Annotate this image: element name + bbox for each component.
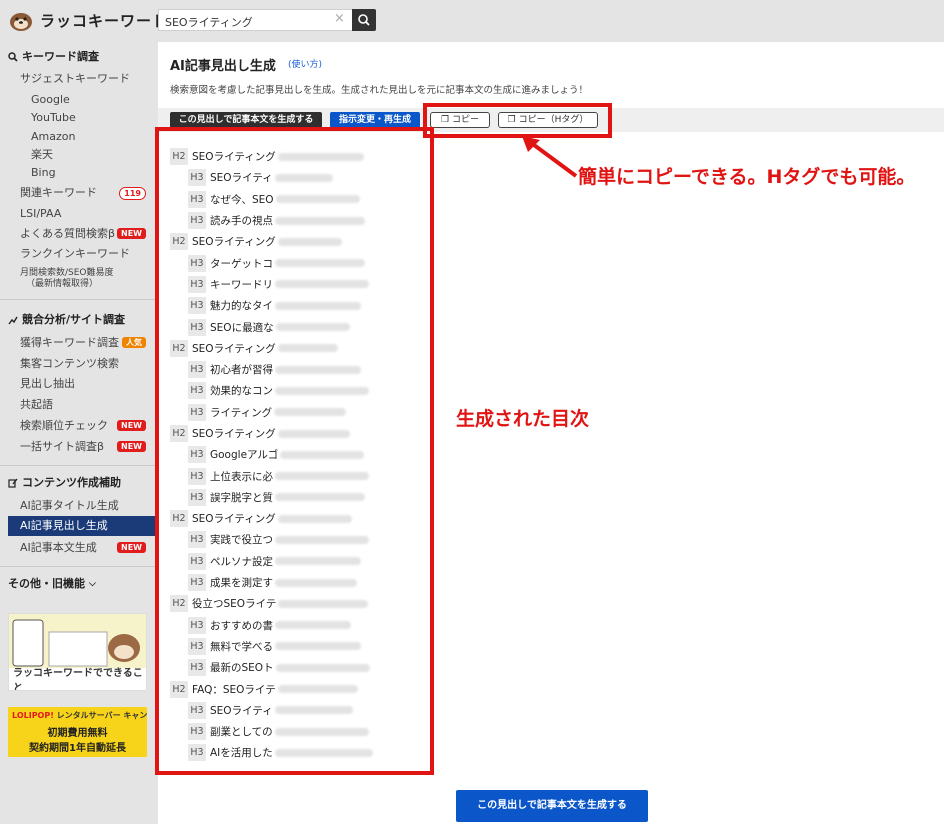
chevron-down-icon: ⌵ [89,579,96,589]
regenerate-button[interactable]: 指示変更・再生成 [330,112,420,128]
logo-text: ラッコキーワード [40,11,169,30]
sidebar-item-volume[interactable]: 月間検索数/SEO難易度 （最新情報取得） [20,268,114,290]
toc-highlight-box [155,127,434,775]
sidebar-item-lsi[interactable]: LSI/PAA [20,204,61,224]
sidebar-item-amazon[interactable]: Amazon [31,127,75,147]
sidebar-item-faq[interactable]: よくある質問検索β NEW [0,224,156,244]
page-title: AI記事見出し生成 [170,59,276,74]
sidebar-item-related[interactable]: 関連キーワード 119 [0,183,156,203]
sidebar-item-youtube[interactable]: YouTube [31,108,76,128]
edit-icon [8,478,18,488]
banner-brand: LOLIPOP! [12,711,54,720]
page-description: 検索意図を考慮した記事見出しを生成。生成された見出しを元に記事本文の生成に進みま… [170,85,589,96]
lolipop-banner[interactable]: LOLIPOP! レンタルサーバー キャンペーン中! 初期費用無料 契約期間1年… [8,707,147,757]
search-icon [8,52,18,62]
sidebar-item-acquired[interactable]: 獲得キーワード調査 人気 [0,333,156,353]
sidebar: キーワード調査 サジェストキーワード Google YouTube Amazon… [0,42,156,824]
toc-annotation: 生成された目次 [456,408,590,430]
search-icon [358,14,370,26]
sidebar-item-label: よくある質問検索β [20,227,116,240]
section-keyword-label: キーワード調査 [22,50,99,63]
banner-sub: レンタルサーバー [56,711,121,720]
divider [0,566,156,567]
sidebar-item-bulk[interactable]: 一括サイト調査β NEW [0,437,156,457]
section-other[interactable]: その他・旧機能 ⌵ [0,574,104,594]
sidebar-item-collect[interactable]: 集客コンテンツ検索 [20,354,119,374]
section-competitor[interactable]: 競合分析/サイト調査 [0,310,133,330]
new-badge: NEW [117,542,146,553]
sidebar-item-bing[interactable]: Bing [31,163,56,183]
copy-highlight-box [423,103,612,138]
sidebar-item-label: 関連キーワード [20,186,97,199]
section-content-label: コンテンツ作成補助 [22,476,121,489]
copy-annotation: 簡単にコピーできる。Hタグでも可能。 [578,166,916,188]
divider [0,299,156,300]
usage-link[interactable]: (使い方) [288,57,322,70]
generate-body-button[interactable]: この見出しで記事本文を生成する [170,112,322,128]
search-button[interactable] [352,9,376,31]
banner-caption-text: ラッコキーワードでできること [13,668,143,691]
related-count-badge: 119 [119,187,146,200]
sidebar-item-rakuten[interactable]: 楽天 [31,145,53,165]
section-other-label: その他・旧機能 [8,577,85,590]
banner-illustration [9,614,146,670]
sidebar-item-label: 獲得キーワード調査 [20,336,119,349]
popular-badge: 人気 [122,337,146,348]
sidebar-item-body-gen[interactable]: AI記事本文生成 NEW [0,538,156,558]
section-competitor-label: 競合分析/サイト調査 [22,313,126,326]
new-badge: NEW [117,228,146,239]
chart-icon [8,316,18,325]
sidebar-item-title-gen[interactable]: AI記事タイトル生成 [20,496,119,516]
sidebar-item-label: 月間検索数/SEO難易度 [20,268,114,278]
sidebar-item-heading-gen[interactable]: AI記事見出し生成 [8,516,156,536]
section-content[interactable]: コンテンツ作成補助 [0,473,129,493]
sidebar-item-rankcheck[interactable]: 検索順位チェック NEW [0,416,156,436]
sidebar-item-label: 検索順位チェック [20,419,108,432]
sidebar-item-sublabel: （最新情報取得） [26,279,99,289]
sidebar-item-label: AI記事本文生成 [20,541,97,554]
banner-line2: 契約期間1年自動延長 [29,743,126,754]
search-input[interactable]: SEOライティング [158,9,352,31]
sidebar-item-rankin[interactable]: ランクインキーワード [20,244,130,264]
clear-icon[interactable]: × [334,11,345,26]
sidebar-item-google[interactable]: Google [31,90,70,110]
logo[interactable]: ラッコキーワード [8,8,168,32]
sidebar-item-suggest[interactable]: サジェストキーワード [20,69,130,89]
banner-campaign: キャンペーン中! [123,711,147,720]
new-badge: NEW [117,441,146,452]
otter-logo-icon [8,8,34,32]
sidebar-item-cooccur[interactable]: 共起語 [20,395,53,415]
top-bar: ラッコキーワード SEOライティング × [0,0,944,42]
banner-top-line: LOLIPOP! レンタルサーバー キャンペーン中! [8,707,147,724]
sidebar-item-label: 一括サイト調査β [20,440,105,453]
annotation-arrow-icon [522,136,578,178]
banner-line1: 初期費用無料 [47,728,108,739]
sidebar-item-headings[interactable]: 見出し抽出 [20,374,75,394]
bottom-generate-button[interactable]: この見出しで記事本文を生成する [456,790,648,822]
feature-banner[interactable]: ラッコキーワードでできること [8,613,147,691]
banner-caption: ラッコキーワードでできること [9,668,146,690]
divider [0,465,156,466]
new-badge: NEW [117,420,146,431]
section-keyword[interactable]: キーワード調査 [0,47,107,67]
